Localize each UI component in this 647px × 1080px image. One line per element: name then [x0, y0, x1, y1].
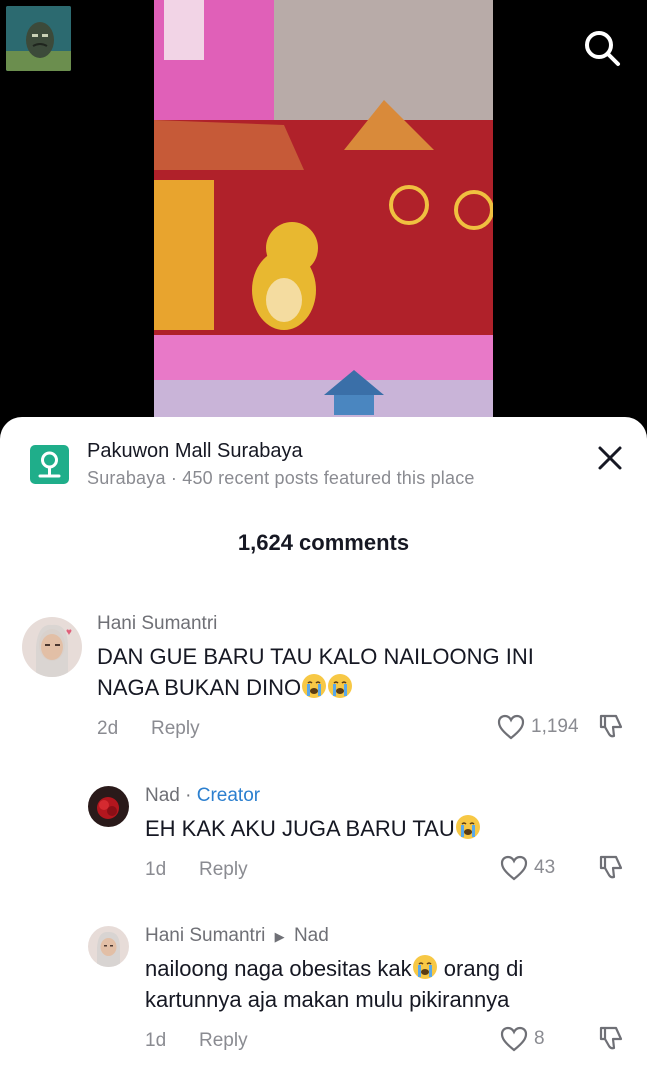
comments-sheet: Pakuwon Mall Surabaya Surabaya · 450 rec… — [0, 417, 647, 1080]
comment-time: 1d — [145, 1030, 167, 1051]
location-pin-icon — [30, 445, 69, 484]
creator-badge: Creator — [196, 785, 261, 806]
comment-text-line1: nailoong naga obesitas kak orang di — [145, 953, 523, 984]
heart-icon — [497, 714, 525, 740]
reply-item: Hani Sumantri ▶ Nad nailoong naga obesit… — [0, 920, 647, 1070]
avatar[interactable] — [88, 786, 129, 827]
search-icon — [585, 31, 620, 66]
video-frame — [154, 0, 493, 440]
comment-username: Nad · Creator — [145, 785, 260, 807]
comment-time: 2d — [97, 718, 119, 739]
comment-text: NAGA BUKAN DINO — [97, 675, 302, 700]
like-count: 8 — [534, 1028, 545, 1049]
comment-text-line1: DAN GUE BARU TAU KALO NAILOONG INI — [97, 644, 534, 669]
comments-count: 1,624 comments — [237, 530, 410, 555]
like-button[interactable]: 43 — [500, 855, 555, 881]
like-button[interactable]: 8 — [500, 1026, 545, 1052]
crying-face-icon — [455, 814, 481, 840]
comment-time: 1d — [145, 859, 167, 880]
comment-username[interactable]: Nad — [145, 785, 180, 806]
location-title[interactable]: Pakuwon Mall Surabaya — [87, 440, 303, 463]
avatar[interactable]: ♥ — [22, 617, 82, 677]
reply-button[interactable]: Reply — [199, 859, 248, 881]
thumbs-down-icon — [599, 714, 623, 738]
dislike-button[interactable] — [597, 853, 625, 881]
reply-button[interactable]: Reply — [199, 1030, 248, 1052]
reply-to-username[interactable]: Nad — [294, 925, 329, 946]
comment-text-line1: EH KAK AKU JUGA BARU TAU — [145, 813, 481, 844]
like-button[interactable]: 1,194 — [497, 714, 579, 740]
comment-text: EH KAK AKU JUGA BARU TAU — [145, 816, 455, 841]
close-icon — [598, 446, 622, 470]
comment-username[interactable]: Hani Sumantri — [145, 925, 265, 946]
avatar[interactable] — [6, 6, 71, 71]
like-count: 1,194 — [531, 716, 579, 737]
creator-separator: · — [179, 785, 197, 806]
comment-username: Hani Sumantri ▶ Nad — [145, 925, 329, 947]
like-count: 43 — [534, 857, 556, 878]
heart-icon — [500, 1026, 528, 1052]
dislike-button[interactable] — [597, 1024, 625, 1052]
comment-text-line2: NAGA BUKAN DINO — [97, 672, 353, 703]
reply-button[interactable]: Reply — [151, 718, 200, 740]
close-button[interactable] — [595, 443, 625, 473]
comment-username[interactable]: Hani Sumantri — [97, 613, 217, 635]
thumbs-down-icon — [599, 1026, 623, 1050]
comment-text-line2: kartunnya aja makan mulu pikirannya — [145, 987, 510, 1012]
heart-icon — [500, 855, 528, 881]
reply-item: Nad · Creator EH KAK AKU JUGA BARU TAU 1… — [0, 780, 647, 900]
crying-face-icon — [412, 954, 438, 980]
dislike-button[interactable] — [597, 712, 625, 740]
crying-face-icon — [301, 673, 327, 699]
comment-item: ♥ Hani Sumantri DAN GUE BARU TAU KALO NA… — [0, 607, 647, 747]
crying-face-icon — [327, 673, 353, 699]
thumbs-down-icon — [599, 855, 623, 879]
video-area — [0, 0, 647, 440]
svg-text:♥: ♥ — [66, 627, 72, 638]
video-player[interactable] — [154, 0, 493, 440]
comment-text: orang di — [437, 956, 524, 981]
search-button[interactable] — [580, 26, 624, 70]
location-subtitle: Surabaya · 450 recent posts featured thi… — [87, 468, 475, 488]
avatar[interactable] — [88, 926, 129, 967]
comment-text: nailoong naga obesitas kak — [145, 956, 412, 981]
reply-arrow-icon: ▶ — [274, 929, 285, 944]
